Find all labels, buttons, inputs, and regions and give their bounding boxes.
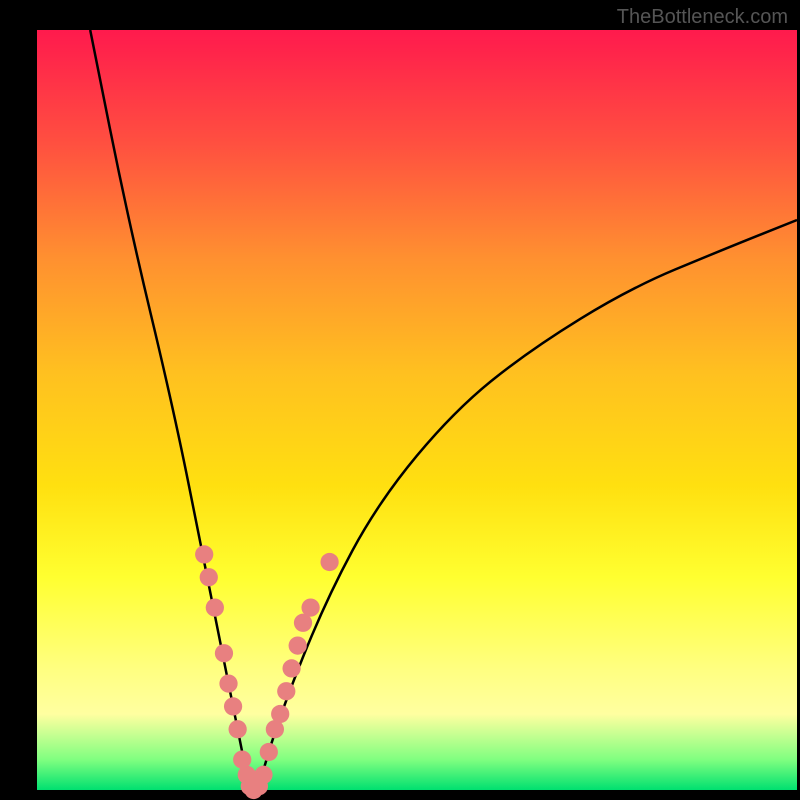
data-marker [289,636,307,654]
chart-plot-area [37,30,797,790]
data-marker [301,598,319,616]
data-marker [260,743,278,761]
data-marker [206,598,224,616]
curve-right [257,220,797,790]
chart-svg [37,30,797,790]
data-marker [282,659,300,677]
watermark-text: TheBottleneck.com [617,6,788,29]
data-marker [271,705,289,723]
data-marker [200,568,218,586]
data-marker [219,674,237,692]
data-marker [229,720,247,738]
data-marker [224,697,242,715]
data-marker [277,682,295,700]
data-marker [254,766,272,784]
data-marker [195,545,213,563]
data-marker [320,553,338,571]
data-marker [215,644,233,662]
